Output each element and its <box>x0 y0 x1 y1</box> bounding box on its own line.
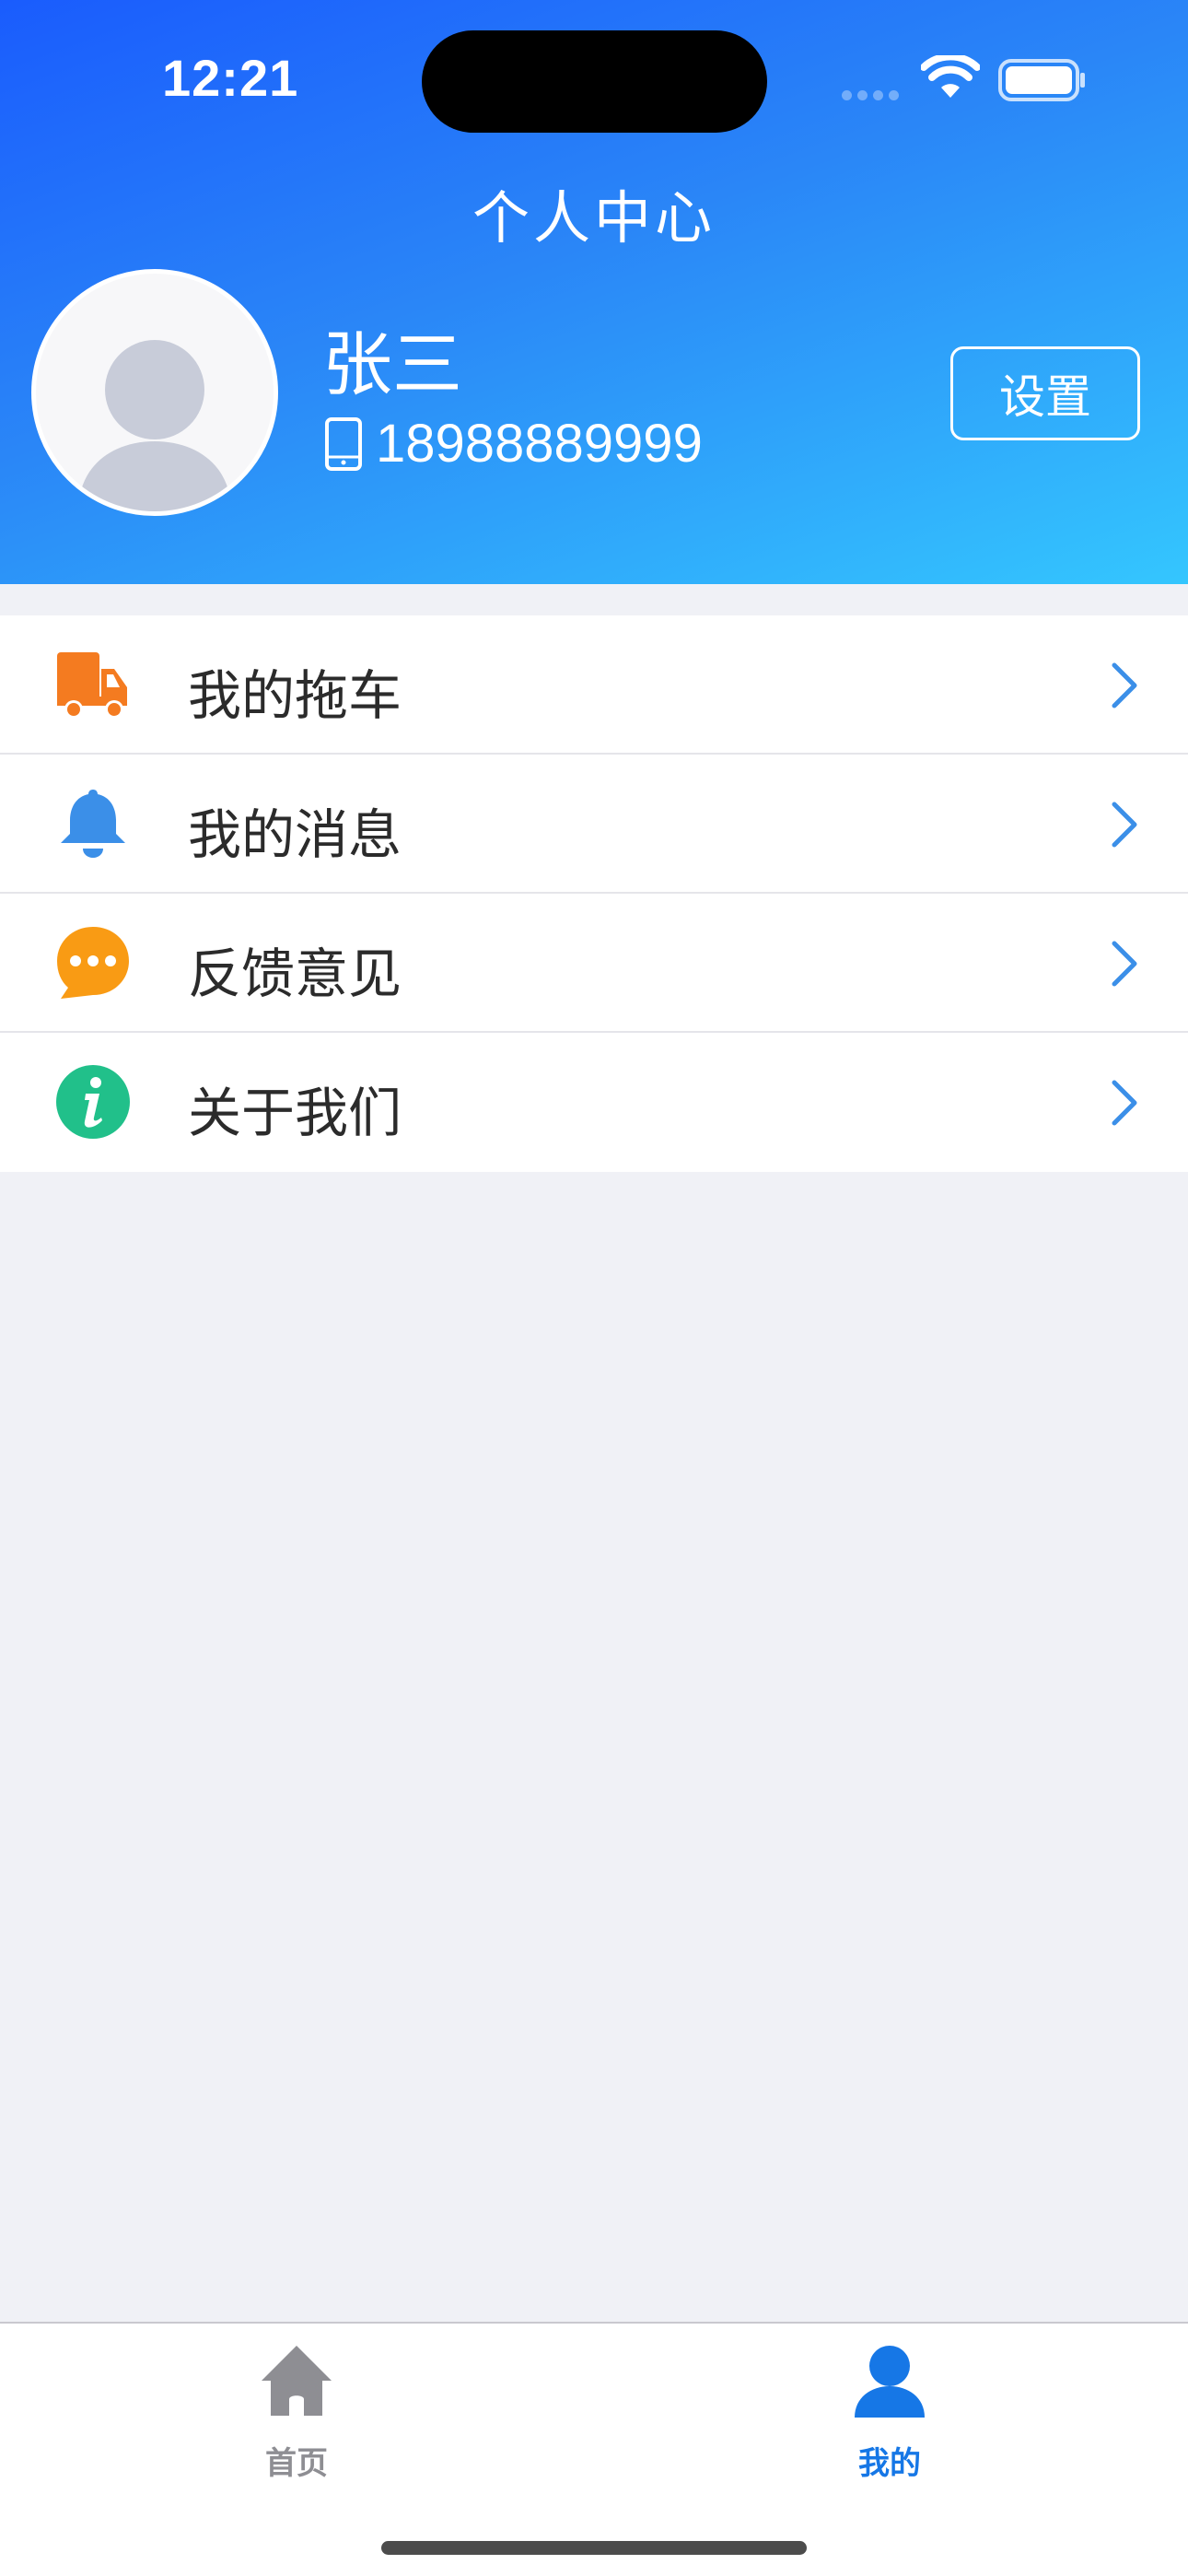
bell-icon <box>61 790 125 858</box>
chevron-right-icon <box>1112 1080 1137 1126</box>
person-icon <box>855 2346 925 2418</box>
dynamic-island <box>422 30 767 133</box>
signal-icon <box>842 87 906 100</box>
chat-bubble-icon <box>57 927 129 999</box>
settings-button[interactable]: 设置 <box>950 346 1140 440</box>
home-indicator[interactable] <box>381 2541 807 2555</box>
chevron-right-icon <box>1112 941 1137 987</box>
menu-list: 我的拖车 我的消息 反馈意见 关于我们 <box>0 615 1188 1172</box>
menu-item-label: 我的拖车 <box>188 664 402 727</box>
phone-icon <box>325 417 362 471</box>
tab-home-label: 首页 <box>265 2445 328 2482</box>
menu-item-my-tow[interactable]: 我的拖车 <box>0 615 1188 755</box>
status-time: 12:21 <box>162 49 299 107</box>
settings-button-label: 设置 <box>999 370 1091 424</box>
menu-item-my-messages[interactable]: 我的消息 <box>0 755 1188 894</box>
profile-header: 12:21 个人中心 张三 18988889999 设置 <box>0 0 1188 584</box>
truck-icon <box>57 652 127 719</box>
avatar[interactable] <box>31 269 278 516</box>
user-name: 张三 <box>322 323 462 405</box>
menu-item-feedback[interactable]: 反馈意见 <box>0 894 1188 1033</box>
page-title: 个人中心 <box>472 184 716 252</box>
menu-item-label: 关于我们 <box>188 1082 402 1144</box>
chevron-right-icon <box>1112 802 1137 848</box>
info-icon <box>56 1065 130 1139</box>
menu-item-about-us[interactable]: 关于我们 <box>0 1033 1188 1172</box>
menu-item-label: 反馈意见 <box>188 943 402 1005</box>
chevron-right-icon <box>1112 662 1137 708</box>
phone-number: 18988889999 <box>376 414 703 474</box>
tab-mine[interactable]: 我的 <box>798 2324 982 2508</box>
avatar-placeholder-icon <box>78 340 231 511</box>
tab-bar: 首页 我的 <box>0 2322 1188 2576</box>
wifi-icon <box>921 55 980 98</box>
home-icon <box>262 2346 332 2416</box>
battery-icon <box>998 59 1085 101</box>
tab-mine-label: 我的 <box>858 2445 921 2482</box>
tab-home[interactable]: 首页 <box>204 2324 389 2508</box>
menu-item-label: 我的消息 <box>188 803 402 866</box>
